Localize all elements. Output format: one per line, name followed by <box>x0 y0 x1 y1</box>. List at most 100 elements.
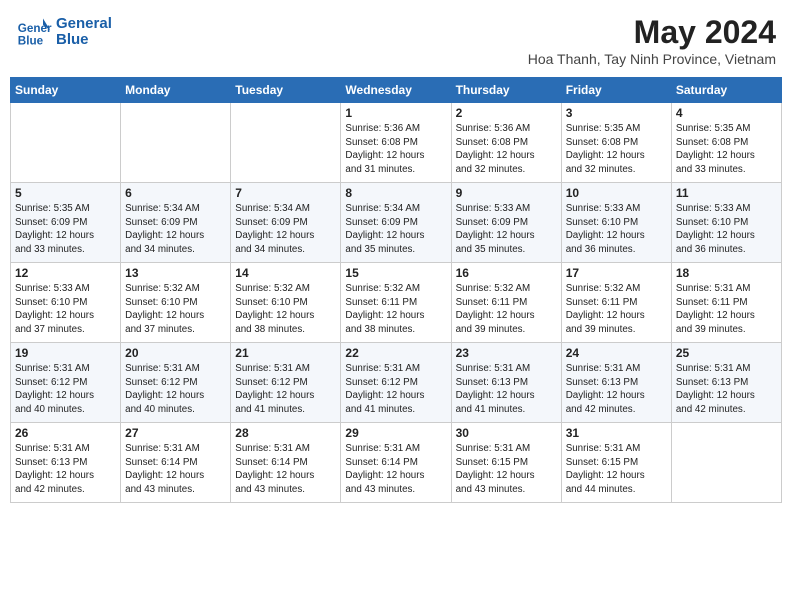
calendar-cell <box>671 423 781 503</box>
calendar-cell: 18 Sunrise: 5:31 AM Sunset: 6:11 PM Dayli… <box>671 263 781 343</box>
calendar-subtitle: Hoa Thanh, Tay Ninh Province, Vietnam <box>528 51 776 67</box>
calendar-header: General Blue General Blue May 2024 Hoa T… <box>10 10 782 71</box>
calendar-cell: 19Sunrise: 5:31 AM Sunset: 6:12 PM Dayli… <box>11 343 121 423</box>
calendar-cell: 22Sunrise: 5:31 AM Sunset: 6:12 PM Dayli… <box>341 343 451 423</box>
day-number: 29 <box>345 426 446 440</box>
day-info: Sunrise: 5:32 AM Sunset: 6:11 PM Dayligh… <box>345 282 446 337</box>
day-info: Sunrise: 5:32 AM Sunset: 6:10 PM Dayligh… <box>125 282 226 337</box>
day-number: 18 <box>676 266 777 280</box>
day-info: Sunrise: 5:31 AM Sunset: 6:14 PM Dayligh… <box>235 442 336 497</box>
day-info: Sunrise: 5:33 AM Sunset: 6:09 PM Dayligh… <box>456 202 557 257</box>
svg-text:General: General <box>18 22 52 35</box>
calendar-cell: 15 Sunrise: 5:32 AM Sunset: 6:11 PM Dayli… <box>341 263 451 343</box>
calendar-table: SundayMondayTuesdayWednesdayThursdayFrid… <box>10 77 782 503</box>
day-number: 6 <box>125 186 226 200</box>
calendar-cell: 10 Sunrise: 5:33 AM Sunset: 6:10 PM Dayli… <box>561 183 671 263</box>
calendar-cell: 30 Sunrise: 5:31 AM Sunset: 6:15 PM Dayli… <box>451 423 561 503</box>
weekday-header-friday: Friday <box>561 78 671 103</box>
calendar-cell: 21 Sunrise: 5:31 AM Sunset: 6:12 PM Dayli… <box>231 343 341 423</box>
day-number: 1 <box>345 106 446 120</box>
calendar-cell: 24 Sunrise: 5:31 AM Sunset: 6:13 PM Dayli… <box>561 343 671 423</box>
weekday-header-monday: Monday <box>121 78 231 103</box>
calendar-cell: 13 Sunrise: 5:32 AM Sunset: 6:10 PM Dayli… <box>121 263 231 343</box>
day-number: 24 <box>566 346 667 360</box>
day-info: Sunrise: 5:31 AM Sunset: 6:12 PM Dayligh… <box>345 362 446 417</box>
day-info: Sunrise: 5:32 AM Sunset: 6:11 PM Dayligh… <box>456 282 557 337</box>
day-number: 20 <box>125 346 226 360</box>
day-number: 2 <box>456 106 557 120</box>
day-info: Sunrise: 5:31 AM Sunset: 6:13 PM Dayligh… <box>456 362 557 417</box>
day-info: Sunrise: 5:36 AM Sunset: 6:08 PM Dayligh… <box>345 122 446 177</box>
calendar-cell: 8 Sunrise: 5:34 AM Sunset: 6:09 PM Daylig… <box>341 183 451 263</box>
weekday-header-saturday: Saturday <box>671 78 781 103</box>
day-info: Sunrise: 5:31 AM Sunset: 6:11 PM Dayligh… <box>676 282 777 337</box>
day-info: Sunrise: 5:31 AM Sunset: 6:13 PM Dayligh… <box>676 362 777 417</box>
title-block: May 2024 Hoa Thanh, Tay Ninh Province, V… <box>528 14 776 67</box>
day-number: 30 <box>456 426 557 440</box>
logo: General Blue General Blue <box>16 14 112 50</box>
calendar-cell: 16 Sunrise: 5:32 AM Sunset: 6:11 PM Dayli… <box>451 263 561 343</box>
day-number: 28 <box>235 426 336 440</box>
calendar-cell <box>11 103 121 183</box>
day-info: Sunrise: 5:31 AM Sunset: 6:12 PM Dayligh… <box>235 362 336 417</box>
day-number: 14 <box>235 266 336 280</box>
calendar-cell: 11 Sunrise: 5:33 AM Sunset: 6:10 PM Dayli… <box>671 183 781 263</box>
day-number: 11 <box>676 186 777 200</box>
calendar-cell: 2 Sunrise: 5:36 AM Sunset: 6:08 PM Daylig… <box>451 103 561 183</box>
day-info: Sunrise: 5:35 AM Sunset: 6:09 PM Dayligh… <box>15 202 116 257</box>
day-info: Sunrise: 5:31 AM Sunset: 6:15 PM Dayligh… <box>566 442 667 497</box>
day-info: Sunrise: 5:31 AM Sunset: 6:12 PM Dayligh… <box>125 362 226 417</box>
calendar-cell: 12 Sunrise: 5:33 AM Sunset: 6:10 PM Dayli… <box>11 263 121 343</box>
calendar-cell <box>121 103 231 183</box>
calendar-cell: 9 Sunrise: 5:33 AM Sunset: 6:09 PM Daylig… <box>451 183 561 263</box>
day-info: Sunrise: 5:33 AM Sunset: 6:10 PM Dayligh… <box>15 282 116 337</box>
day-number: 19 <box>15 346 116 360</box>
calendar-cell: 3Sunrise: 5:35 AM Sunset: 6:08 PM Daylig… <box>561 103 671 183</box>
day-info: Sunrise: 5:33 AM Sunset: 6:10 PM Dayligh… <box>566 202 667 257</box>
day-number: 12 <box>15 266 116 280</box>
day-info: Sunrise: 5:33 AM Sunset: 6:10 PM Dayligh… <box>676 202 777 257</box>
day-number: 25 <box>676 346 777 360</box>
calendar-cell <box>231 103 341 183</box>
calendar-cell: 1 Sunrise: 5:36 AM Sunset: 6:08 PM Daylig… <box>341 103 451 183</box>
calendar-title: May 2024 <box>528 14 776 51</box>
day-number: 31 <box>566 426 667 440</box>
day-info: Sunrise: 5:31 AM Sunset: 6:14 PM Dayligh… <box>345 442 446 497</box>
day-number: 8 <box>345 186 446 200</box>
day-number: 13 <box>125 266 226 280</box>
weekday-header-thursday: Thursday <box>451 78 561 103</box>
day-number: 27 <box>125 426 226 440</box>
day-info: Sunrise: 5:34 AM Sunset: 6:09 PM Dayligh… <box>345 202 446 257</box>
calendar-cell: 7Sunrise: 5:34 AM Sunset: 6:09 PM Daylig… <box>231 183 341 263</box>
calendar-cell: 14Sunrise: 5:32 AM Sunset: 6:10 PM Dayli… <box>231 263 341 343</box>
day-number: 7 <box>235 186 336 200</box>
day-number: 15 <box>345 266 446 280</box>
calendar-cell: 27 Sunrise: 5:31 AM Sunset: 6:14 PM Dayli… <box>121 423 231 503</box>
day-number: 23 <box>456 346 557 360</box>
day-number: 16 <box>456 266 557 280</box>
day-info: Sunrise: 5:31 AM Sunset: 6:14 PM Dayligh… <box>125 442 226 497</box>
svg-text:Blue: Blue <box>18 35 44 48</box>
calendar-cell: 17Sunrise: 5:32 AM Sunset: 6:11 PM Dayli… <box>561 263 671 343</box>
day-info: Sunrise: 5:34 AM Sunset: 6:09 PM Dayligh… <box>125 202 226 257</box>
day-info: Sunrise: 5:36 AM Sunset: 6:08 PM Dayligh… <box>456 122 557 177</box>
day-info: Sunrise: 5:31 AM Sunset: 6:13 PM Dayligh… <box>15 442 116 497</box>
day-number: 10 <box>566 186 667 200</box>
day-info: Sunrise: 5:31 AM Sunset: 6:13 PM Dayligh… <box>566 362 667 417</box>
logo-text-line2: Blue <box>56 32 112 49</box>
day-info: Sunrise: 5:35 AM Sunset: 6:08 PM Dayligh… <box>676 122 777 177</box>
calendar-cell: 5 Sunrise: 5:35 AM Sunset: 6:09 PM Daylig… <box>11 183 121 263</box>
day-number: 26 <box>15 426 116 440</box>
calendar-cell: 26 Sunrise: 5:31 AM Sunset: 6:13 PM Dayli… <box>11 423 121 503</box>
day-number: 17 <box>566 266 667 280</box>
calendar-cell: 4Sunrise: 5:35 AM Sunset: 6:08 PM Daylig… <box>671 103 781 183</box>
logo-icon: General Blue <box>16 14 52 50</box>
logo-text-line1: General <box>56 16 112 33</box>
day-info: Sunrise: 5:35 AM Sunset: 6:08 PM Dayligh… <box>566 122 667 177</box>
weekday-header-sunday: Sunday <box>11 78 121 103</box>
day-number: 5 <box>15 186 116 200</box>
day-info: Sunrise: 5:31 AM Sunset: 6:15 PM Dayligh… <box>456 442 557 497</box>
day-number: 9 <box>456 186 557 200</box>
day-number: 21 <box>235 346 336 360</box>
calendar-cell: 28 Sunrise: 5:31 AM Sunset: 6:14 PM Dayli… <box>231 423 341 503</box>
